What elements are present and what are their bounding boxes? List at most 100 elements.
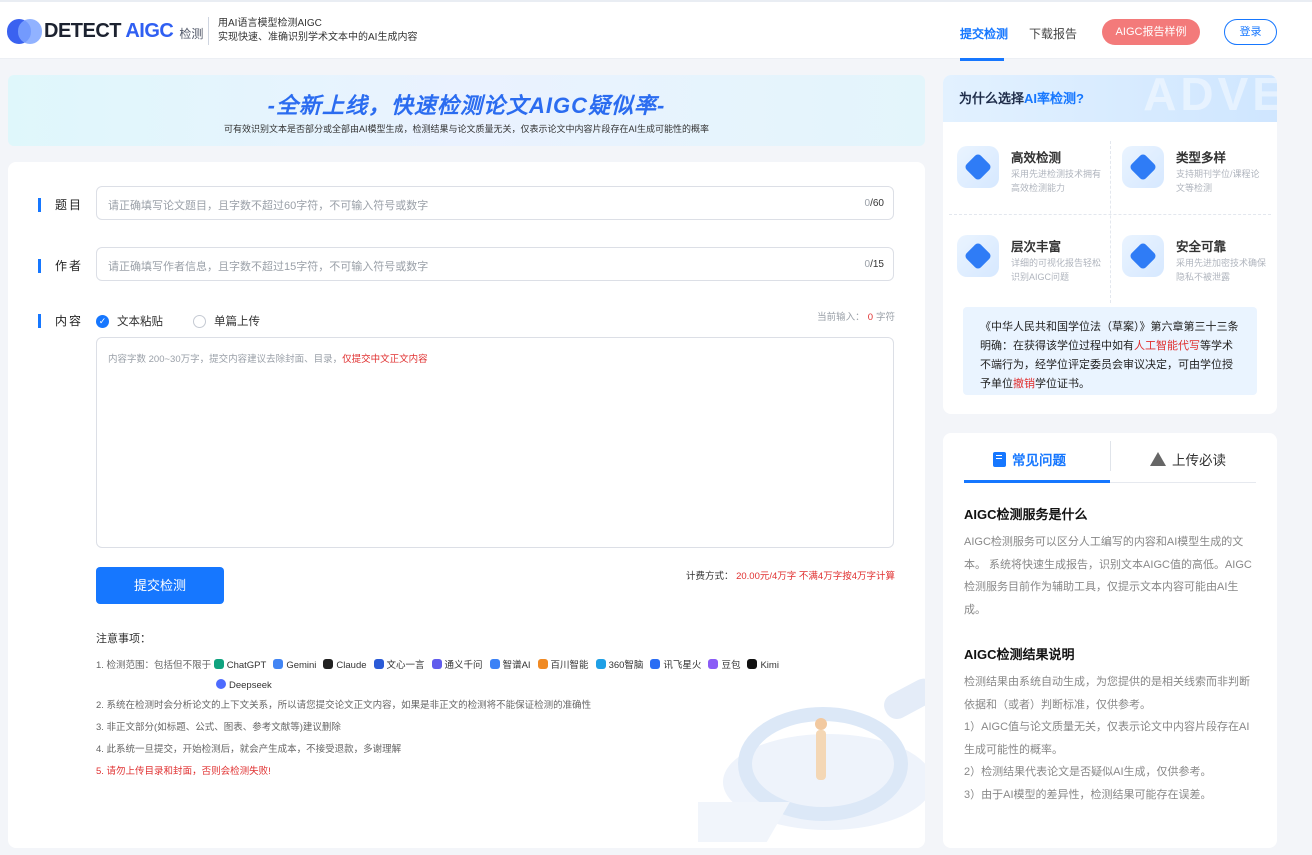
ai-model-item: 讯飞星火 bbox=[650, 656, 701, 676]
ai-model-label: 豆包 bbox=[721, 660, 741, 671]
ai-model-logo-icon bbox=[323, 659, 334, 669]
tab-divider bbox=[1110, 441, 1111, 471]
title-placeholder: 请正确填写论文题目，且字数不超过60字符，不可输入符号或数字 bbox=[108, 200, 429, 212]
ai-model-item: 360智脑 bbox=[595, 656, 644, 676]
title-count-max: /60 bbox=[870, 198, 884, 209]
faq-answer-2-intro: 检测结果由系统自动生成，为您提供的是相关线索而非判断依据和（或者）判断标准，仅供… bbox=[964, 676, 1250, 711]
ai-model-label: 360智脑 bbox=[608, 660, 644, 671]
tab-upload-notice[interactable]: 上传必读 bbox=[1150, 449, 1226, 469]
ai-model-item: Kimi bbox=[747, 656, 779, 676]
ai-model-label: 讯飞星火 bbox=[663, 660, 702, 671]
content-placeholder: 内容字数 200~30万字，提交内容建议去除封面、目录，仅提交中文正文内容 bbox=[108, 351, 428, 365]
current-input-unit: 字符 bbox=[875, 312, 895, 323]
feature-layered: 层次丰富 详细的可视化报告轻松识别AIGC问题 bbox=[943, 216, 1103, 296]
cubes-icon bbox=[1122, 146, 1164, 188]
ai-model-label: 文心一言 bbox=[386, 660, 425, 671]
nav-download-report[interactable]: 下载报告 bbox=[1029, 25, 1077, 42]
slogan: 用AI语言模型检测AIGC 实现快速、准确识别学术文本中的AI生成内容 bbox=[208, 17, 417, 45]
report-sample-button[interactable]: AIGC报告样例 bbox=[1102, 19, 1200, 45]
top-navbar: DETECT AIGC 检测 用AI语言模型检测AIGC 实现快速、准确识别学术… bbox=[0, 0, 1312, 61]
current-input-value: 0 bbox=[867, 312, 873, 323]
current-input-counter: 当前输入： 0 字符 bbox=[817, 309, 895, 323]
ai-model-label: ChatGPT bbox=[226, 660, 267, 671]
feature-divider-horizontal bbox=[949, 214, 1271, 215]
fee-value: 20.00元/4万字 不满4万字按4万字计算 bbox=[736, 571, 895, 582]
ai-model-label: 通义千问 bbox=[444, 660, 483, 671]
faq-answer-2-item-1: 1）AIGC值与论文质量无关，仅表示论文中内容片段存在AI生成可能性的概率。 bbox=[964, 721, 1250, 756]
author-label: 作者 bbox=[38, 259, 83, 273]
ai-model-item: 文心一言 bbox=[373, 656, 425, 676]
ai-model-logo-icon bbox=[747, 659, 758, 669]
current-input-label: 当前输入： bbox=[817, 312, 865, 323]
banner-subtitle: 可有效识别文本是否部分或全部由AI模型生成，检测结果与论文质量无关，仅表示论文中… bbox=[223, 124, 709, 134]
radio-single-upload[interactable]: 单篇上传 bbox=[193, 313, 260, 329]
ai-model-item: 百川智能 bbox=[537, 656, 589, 676]
feature-efficient: 高效检测 采用先进检测技术拥有高效检测能力 bbox=[943, 127, 1103, 207]
tab-faq-label: 常见问题 bbox=[1012, 453, 1066, 468]
faq-answer-2-item-3: 3）由于AI模型的差异性，检测结果可能存在误差。 bbox=[964, 788, 1212, 801]
tab-faq[interactable]: 常见问题 bbox=[993, 449, 1066, 469]
feature-layered-desc: 详细的可视化报告轻松识别AIGC问题 bbox=[1011, 258, 1102, 282]
login-button[interactable]: 登录 bbox=[1224, 19, 1277, 45]
feature-secure: 安全可靠 采用先进加密技术确保隐私不被泄露 bbox=[1108, 216, 1268, 296]
faq-answer-2-item-2: 2）检测结果代表论文是否疑似AI生成，仅供参考。 bbox=[964, 766, 1212, 778]
tab-active-indicator bbox=[964, 480, 1110, 483]
submit-check-button[interactable]: 提交检测 bbox=[96, 567, 224, 604]
faq-answer-1: AIGC检测服务可以区分人工编写的内容和AI模型生成的文本。 系统将快速生成报告… bbox=[964, 536, 1252, 616]
content-label: 内容 bbox=[38, 314, 83, 328]
logo-mark-icon bbox=[7, 19, 42, 44]
slogan-line-2: 实现快速、准确识别学术文本中的AI生成内容 bbox=[218, 32, 418, 43]
title-input[interactable]: 请正确填写论文题目，且字数不超过60字符，不可输入符号或数字 0/60 bbox=[96, 186, 894, 220]
logo[interactable]: DETECT AIGC 检测 bbox=[7, 19, 203, 44]
check-icon: ✓ bbox=[96, 314, 109, 328]
feature-diverse: 类型多样 支持期刊学位/课程论文等检测 bbox=[1108, 127, 1268, 207]
content-textarea[interactable]: 内容字数 200~30万字，提交内容建议去除封面、目录，仅提交中文正文内容 bbox=[96, 337, 894, 548]
ai-model-logo-icon bbox=[431, 659, 442, 669]
title-label: 题目 bbox=[38, 198, 83, 212]
ai-model-logo-icon bbox=[373, 659, 384, 669]
content-placeholder-highlight: 仅提交中文正文内容 bbox=[342, 354, 428, 365]
faq-answer-2: 检测结果由系统自动生成，为您提供的是相关线索而非判断依据和（或者）判断标准，仅供… bbox=[964, 671, 1260, 806]
note-item-5: 5. 请勿上传目录和封面，否则会检测失败! bbox=[96, 766, 271, 777]
ai-model-label: 百川智能 bbox=[550, 660, 589, 671]
feature-diverse-desc: 支持期刊学位/课程论文等检测 bbox=[1176, 169, 1260, 193]
ai-model-label: Kimi bbox=[760, 660, 779, 671]
submission-form: 题目 请正确填写论文题目，且字数不超过60字符，不可输入符号或数字 0/60 作… bbox=[8, 162, 925, 848]
law-text-3: 学位证书。 bbox=[1035, 378, 1090, 390]
nav-submit-check[interactable]: 提交检测 bbox=[960, 25, 1008, 42]
law-highlight-2: 撤销 bbox=[1013, 378, 1035, 390]
banner-title: -全新上线，快速检测论文AIGC疑似率- bbox=[267, 93, 666, 118]
slogan-line-1: 用AI语言模型检测AIGC bbox=[218, 18, 322, 29]
ai-model-logo-icon bbox=[213, 659, 224, 669]
logo-aigc: AIGC bbox=[125, 20, 174, 42]
ai-model-item: 智谱AI bbox=[489, 656, 531, 676]
feature-diverse-title: 类型多样 bbox=[1176, 151, 1227, 165]
author-input[interactable]: 请正确填写作者信息，且字数不超过15字符，不可输入符号或数字 0/15 bbox=[96, 247, 894, 281]
deepseek-icon bbox=[216, 679, 226, 689]
radio-empty-icon bbox=[193, 314, 206, 328]
location-shield-icon bbox=[957, 146, 999, 188]
warning-icon bbox=[1150, 452, 1166, 466]
note-item-2: 2. 系统在检测时会分析论文的上下文关系，所以请您提交论文正文内容，如果是非正文… bbox=[96, 700, 592, 711]
logo-subtitle: 检测 bbox=[179, 27, 204, 41]
ai-model-logo-icon bbox=[595, 659, 606, 669]
ai-model-item: ChatGPT bbox=[213, 656, 267, 676]
logo-detect: DETECT bbox=[44, 20, 122, 42]
radio-text-paste[interactable]: ✓ 文本粘贴 bbox=[96, 313, 163, 329]
shield-icon bbox=[957, 235, 999, 277]
faq-tabs: 常见问题 上传必读 bbox=[964, 433, 1256, 483]
note-item-4: 4. 此系统一旦提交，开始检测后，就会产生成本，不接受退款，多谢理解 bbox=[96, 744, 402, 755]
tab-notice-label: 上传必读 bbox=[1172, 453, 1226, 468]
ai-model-logo-icon bbox=[650, 659, 661, 669]
nav-active-indicator bbox=[960, 58, 1004, 61]
ai-model-logo-icon bbox=[489, 659, 500, 669]
law-highlight-1: 人工智能代写 bbox=[1134, 340, 1200, 352]
note-1-prefix: 1. 检测范围：包括但不限于 bbox=[96, 660, 212, 671]
ai-model-item: 豆包 bbox=[708, 656, 740, 676]
ai-model-label: Claude bbox=[336, 660, 367, 671]
content-placeholder-text: 内容字数 200~30万字，提交内容建议去除封面、目录， bbox=[108, 354, 343, 365]
ai-model-logo-icon bbox=[537, 659, 548, 669]
book-icon bbox=[993, 451, 1006, 467]
note-item-1-cont: Deepseek bbox=[96, 676, 786, 696]
feature-efficient-desc: 采用先进检测技术拥有高效检测能力 bbox=[1011, 169, 1102, 193]
